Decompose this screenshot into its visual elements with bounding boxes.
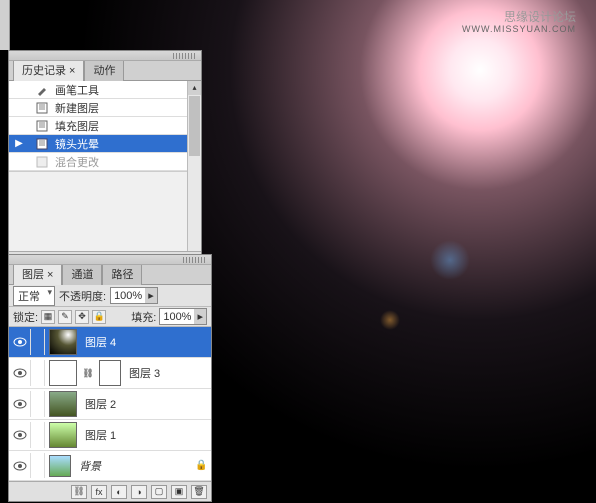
tab-channels[interactable]: 通道: [62, 262, 102, 285]
layer-style-button[interactable]: fx: [91, 485, 107, 499]
visibility-toggle[interactable]: [9, 360, 31, 386]
lock-pixels-icon[interactable]: ✎: [58, 310, 72, 324]
layer-thumbnail[interactable]: [49, 329, 77, 355]
history-item[interactable]: 画笔工具: [9, 81, 201, 99]
layer-row[interactable]: 图层 1: [9, 420, 211, 451]
adjustment-layer-button[interactable]: ◑: [131, 485, 147, 499]
layer-thumbnail[interactable]: [49, 455, 71, 477]
layer-list: 图层 4 ⛓ 图层 3 图层 2 图层 1 背景 🔒: [9, 327, 211, 481]
scrollbar[interactable]: ▴: [187, 81, 201, 251]
layer-thumbnail[interactable]: [49, 422, 77, 448]
lock-row: 锁定: ▦ ✎ ✥ 🔒 填充: 100%▸: [9, 307, 211, 327]
history-label: 混合更改: [55, 154, 99, 170]
new-layer-button[interactable]: ▣: [171, 485, 187, 499]
history-item[interactable]: 新建图层: [9, 99, 201, 117]
lens-flare-spot: [380, 310, 400, 330]
history-list: 画笔工具 新建图层 填充图层 ▶ 镜头光晕 混合更改: [9, 81, 201, 251]
layer-name[interactable]: 图层 2: [81, 396, 211, 412]
history-tabs: 历史记录 × 动作: [9, 61, 201, 81]
chevron-right-icon[interactable]: ▸: [194, 309, 206, 324]
layer-row[interactable]: ⛓ 图层 3: [9, 358, 211, 389]
panel-grip[interactable]: [9, 255, 211, 265]
fill-input[interactable]: 100%▸: [159, 308, 207, 325]
visibility-toggle[interactable]: [9, 391, 31, 417]
watermark-title: 思缘设计论坛: [504, 8, 576, 25]
scroll-thumb[interactable]: [189, 96, 200, 156]
lock-position-icon[interactable]: ✥: [75, 310, 89, 324]
layer-mask-button[interactable]: ◐: [111, 485, 127, 499]
watermark-url: WWW.MISSYUAN.COM: [462, 24, 576, 34]
fill-label: 填充:: [131, 309, 156, 325]
history-empty-area: [9, 171, 201, 251]
lock-transparent-icon[interactable]: ▦: [41, 310, 55, 324]
blend-mode-select[interactable]: 正常: [13, 286, 55, 306]
tab-layers[interactable]: 图层 ×: [13, 262, 62, 285]
history-item-selected[interactable]: ▶ 镜头光晕: [9, 135, 201, 153]
tab-actions[interactable]: 动作: [84, 58, 124, 81]
blend-change-icon: [33, 155, 51, 169]
opacity-label: 不透明度:: [59, 288, 106, 304]
app-edge: [0, 0, 10, 50]
lock-label: 锁定:: [13, 309, 38, 325]
tab-paths[interactable]: 路径: [102, 262, 142, 285]
lock-all-icon[interactable]: 🔒: [92, 310, 106, 324]
lens-flare-spot: [430, 240, 470, 280]
visibility-toggle[interactable]: [9, 422, 31, 448]
lens-flare-icon: [33, 137, 51, 151]
layer-name[interactable]: 图层 1: [81, 427, 211, 443]
layer-mask-thumbnail[interactable]: [99, 360, 121, 386]
scroll-up-icon[interactable]: ▴: [188, 81, 201, 95]
tab-history[interactable]: 历史记录 ×: [13, 58, 84, 81]
layer-group-button[interactable]: ▢: [151, 485, 167, 499]
link-icon[interactable]: ⛓: [81, 368, 95, 379]
visibility-toggle[interactable]: [9, 329, 31, 355]
layers-panel: 图层 × 通道 路径 正常 不透明度: 100%▸ 锁定: ▦ ✎ ✥ 🔒 填充…: [8, 254, 212, 502]
history-label: 新建图层: [55, 100, 99, 116]
layers-tabs: 图层 × 通道 路径: [9, 265, 211, 285]
history-item[interactable]: 填充图层: [9, 117, 201, 135]
opacity-input[interactable]: 100%▸: [110, 287, 158, 304]
panel-grip[interactable]: [9, 51, 201, 61]
brush-icon: [33, 83, 51, 97]
layer-row[interactable]: 图层 2: [9, 389, 211, 420]
layer-thumbnail[interactable]: [49, 391, 77, 417]
lock-indicator-icon: 🔒: [195, 460, 211, 471]
layer-options-row: 正常 不透明度: 100%▸: [9, 285, 211, 307]
link-layers-button[interactable]: ⛓: [71, 485, 87, 499]
history-label: 镜头光晕: [55, 136, 99, 152]
layer-row[interactable]: 背景 🔒: [9, 451, 211, 481]
layer-row-selected[interactable]: 图层 4: [9, 327, 211, 358]
layer-name[interactable]: 背景: [75, 458, 195, 474]
history-panel: 历史记录 × 动作 画笔工具 新建图层 填充图层 ▶ 镜头光晕 混合更改: [8, 50, 202, 272]
delete-layer-button[interactable]: 🗑: [191, 485, 207, 499]
fill-layer-icon: [33, 119, 51, 133]
layer-thumbnail[interactable]: [49, 360, 77, 386]
history-label: 填充图层: [55, 118, 99, 134]
new-layer-icon: [33, 101, 51, 115]
visibility-toggle[interactable]: [9, 453, 31, 478]
history-item-future[interactable]: 混合更改: [9, 153, 201, 171]
layer-name[interactable]: 图层 3: [125, 365, 211, 381]
layers-footer: ⛓ fx ◐ ◑ ▢ ▣ 🗑: [9, 481, 211, 501]
layer-name[interactable]: 图层 4: [81, 334, 211, 350]
chevron-right-icon[interactable]: ▸: [145, 288, 157, 303]
history-pointer-icon: ▶: [9, 138, 29, 149]
history-label: 画笔工具: [55, 82, 99, 98]
